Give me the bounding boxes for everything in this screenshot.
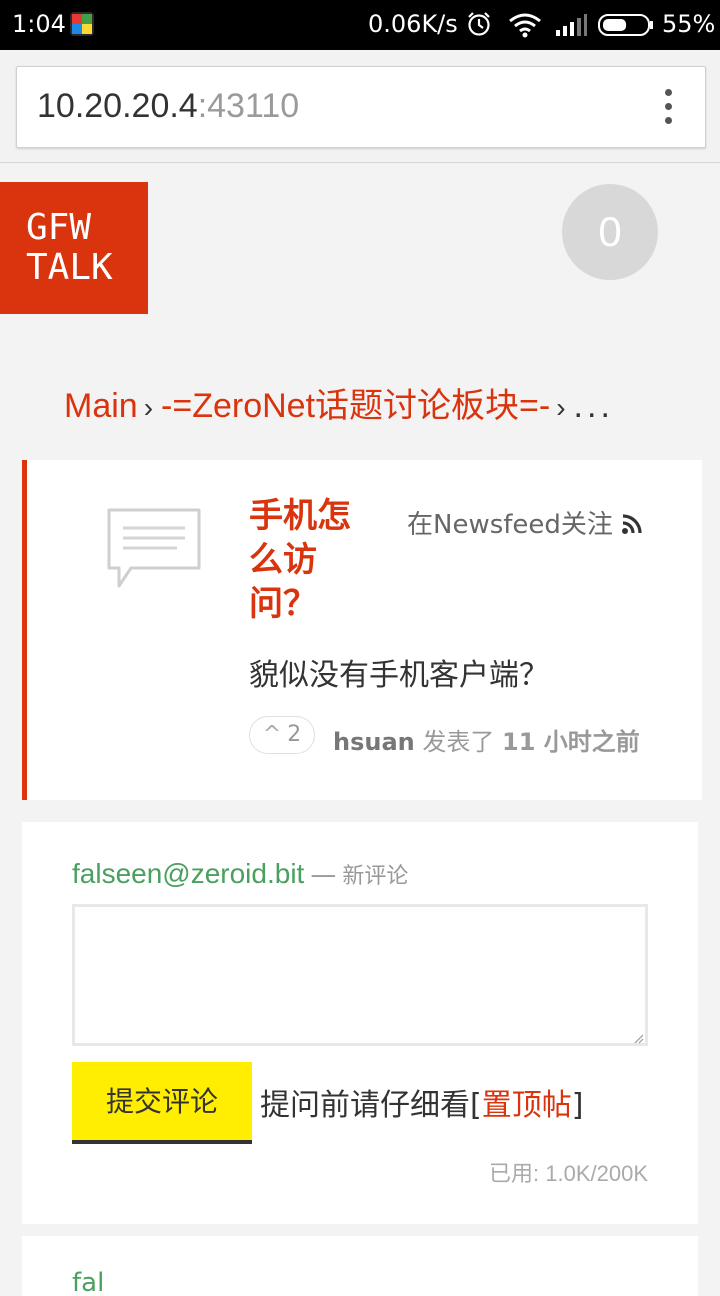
browser-toolbar: 10.20.20.4:43110: [0, 50, 720, 163]
comment-form: falseen@zeroid.bit — 新评论 提交评论 提问前请仔细看[置顶帖]…: [22, 822, 698, 1224]
notification-app-icon: [70, 12, 94, 36]
network-speed: 0.06K/s: [368, 10, 458, 38]
breadcrumb: Main › -=ZeroNet话题讨论板块=- ›...: [64, 378, 614, 427]
upvote-button[interactable]: ^ 2: [249, 716, 315, 754]
hint-suffix: ]: [571, 1088, 584, 1123]
topic-title[interactable]: 手机怎么访问？: [249, 494, 379, 626]
breadcrumb-main[interactable]: Main: [64, 387, 138, 425]
comment-item: fal: [22, 1236, 698, 1296]
comment-hint: 提问前请仔细看[置顶帖]: [260, 1080, 583, 1124]
comment-author[interactable]: fal: [72, 1268, 104, 1296]
topic-body: 貌似没有手机客户端？: [249, 658, 549, 693]
posted-time: 11 小时之前: [502, 728, 640, 756]
battery-percent: 55%: [662, 10, 716, 38]
new-comment-label: 新评论: [342, 864, 409, 889]
dash: —: [310, 860, 337, 890]
follow-label: 在Newsfeed关注: [407, 510, 613, 540]
url-port: :43110: [197, 87, 300, 125]
commenter-line: falseen@zeroid.bit — 新评论: [72, 858, 408, 890]
resize-grip-icon[interactable]: [634, 1034, 644, 1044]
breadcrumb-ellipsis: ...: [573, 387, 614, 425]
storage-usage: 已用: 1.0K/200K: [489, 1161, 648, 1186]
follow-newsfeed-link[interactable]: 在Newsfeed关注: [407, 504, 643, 541]
vote-count: 2: [287, 722, 302, 747]
breadcrumb-separator: ›: [143, 392, 154, 423]
breadcrumb-separator: ›: [556, 392, 566, 423]
breadcrumb-board[interactable]: -=ZeroNet话题讨论板块=-: [161, 387, 550, 425]
url-text[interactable]: 10.20.20.4:43110: [37, 87, 299, 126]
signal-icon: [556, 14, 587, 36]
logo-line-1: GFW: [26, 207, 92, 248]
logo-line-2: TALK: [26, 247, 113, 288]
overflow-menu-icon[interactable]: [663, 89, 673, 127]
pinned-post-link[interactable]: 置顶帖: [482, 1088, 572, 1123]
alarm-icon: [468, 12, 490, 36]
clock: 1:04: [12, 10, 66, 38]
author-name[interactable]: hsuan: [333, 728, 415, 756]
topic-card: 手机怎么访问？ 在Newsfeed关注 貌似没有手机客户端？ ^ 2 hsuan …: [22, 460, 702, 800]
upvote-arrow-icon: ^: [262, 722, 282, 747]
status-bar: 1:04 0.06K/s 55%: [0, 0, 720, 50]
comment-textarea[interactable]: [72, 904, 648, 1046]
site-logo[interactable]: GFW TALK: [0, 182, 148, 314]
submit-comment-button[interactable]: 提交评论: [72, 1062, 252, 1144]
topic-meta: hsuan 发表了 11 小时之前: [333, 722, 640, 757]
posted-prefix: 发表了: [422, 728, 495, 756]
speech-bubble-icon: [107, 508, 201, 588]
hint-prefix: 提问前请仔细看[: [260, 1088, 482, 1123]
notification-badge[interactable]: 0: [562, 184, 658, 280]
wifi-icon: [509, 13, 541, 38]
battery-icon: [598, 14, 653, 36]
rss-icon: [621, 513, 642, 534]
url-host: 10.20.20.4: [37, 87, 198, 125]
commenter-id[interactable]: falseen@zeroid.bit: [72, 858, 304, 889]
address-bar[interactable]: 10.20.20.4:43110: [16, 66, 706, 148]
